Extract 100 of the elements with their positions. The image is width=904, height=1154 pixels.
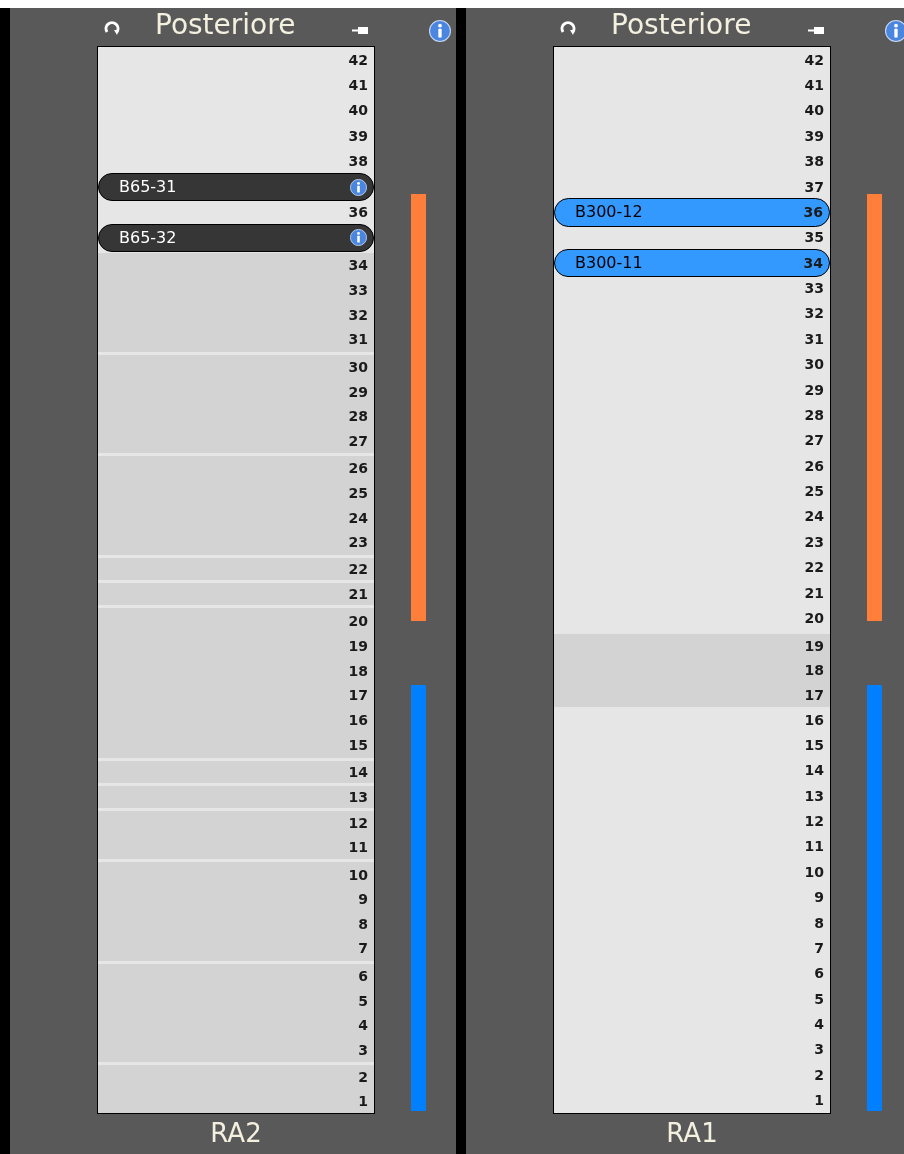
unit-number: 19	[804, 638, 824, 653]
unit-number: 8	[358, 916, 368, 931]
unit-number: 30	[804, 357, 824, 372]
unit-number: 9	[814, 890, 824, 905]
unit-number: 34	[348, 258, 368, 273]
rack-label: RA2	[210, 1117, 262, 1146]
unit-number: 30	[348, 359, 368, 374]
rack-device[interactable]: B300-12 36	[554, 198, 830, 227]
info-icon[interactable]	[350, 229, 367, 247]
unit-number: 5	[814, 991, 824, 1006]
unit-number: 39	[348, 128, 368, 143]
unit-number: 4	[814, 1017, 824, 1032]
info-icon[interactable]	[350, 178, 367, 196]
unit-number: 4	[358, 1018, 368, 1033]
device-name: B300-11	[575, 255, 643, 272]
unit-number: 15	[804, 737, 824, 752]
unit-number: 13	[348, 790, 368, 805]
unit-number: 7	[814, 940, 824, 955]
unit-number: 29	[348, 384, 368, 399]
unit-number: 20	[348, 613, 368, 628]
unit-number: 34	[803, 256, 823, 271]
unit-number: 16	[348, 713, 368, 728]
unit-number: 21	[348, 587, 368, 602]
unit-number: 12	[804, 814, 824, 829]
unit-number: 32	[804, 306, 824, 321]
unit-number: 10	[804, 864, 824, 879]
unit-number: 27	[804, 433, 824, 448]
unit-number: 32	[348, 307, 368, 322]
unit-number: 21	[804, 585, 824, 600]
unit-number: 20	[804, 611, 824, 625]
unit-number: 25	[348, 486, 368, 501]
unit-number: 28	[348, 409, 368, 424]
unit-number: 33	[348, 283, 368, 297]
unit-number: 36	[348, 204, 368, 219]
rack-device[interactable]: B300-11 34	[554, 249, 830, 278]
unit-number: 14	[348, 764, 368, 779]
unit-number: 36	[803, 205, 823, 220]
unit-number: 1	[814, 1093, 824, 1108]
rotate-icon[interactable]	[104, 20, 120, 36]
unit-number: 37	[804, 179, 824, 194]
unit-number: 22	[804, 560, 824, 575]
unit-number: 40	[804, 103, 824, 118]
unit-number: 7	[358, 941, 368, 956]
rack-label: RA1	[666, 1117, 718, 1146]
unit-number: 1	[358, 1094, 368, 1109]
unit-number: 38	[348, 154, 368, 169]
unit-number: 42	[804, 52, 824, 67]
device-name: B65-31	[119, 179, 177, 196]
unit-number: 12	[348, 816, 368, 831]
unit-number: 22	[348, 561, 368, 576]
unit-number: 41	[348, 78, 368, 93]
unit-number: 19	[348, 638, 368, 653]
unit-number: 5	[358, 993, 368, 1008]
unit-number: 18	[804, 663, 824, 678]
unit-number: 17	[804, 687, 824, 702]
unit-number: 16	[804, 712, 824, 727]
unit-number: 14	[804, 763, 824, 778]
unit-number: 11	[804, 839, 824, 854]
rack-device[interactable]: B65-31	[98, 172, 374, 202]
unit-number: 24	[804, 509, 824, 524]
unit-number: 13	[804, 788, 824, 803]
unit-number: 28	[804, 408, 824, 422]
info-icon[interactable]	[885, 20, 904, 42]
unit-number: 33	[804, 281, 824, 296]
unit-number: 25	[804, 484, 824, 499]
unit-number: 40	[348, 103, 368, 118]
unit-number: 6	[814, 966, 824, 981]
unit-number: 10	[348, 867, 368, 882]
rack-device[interactable]: B65-32	[98, 223, 374, 253]
info-icon[interactable]	[429, 20, 451, 42]
rack-title: Posteriore	[611, 11, 752, 39]
unit-number: 8	[814, 915, 824, 930]
unit-number: 23	[804, 534, 824, 549]
device-name: B300-12	[575, 204, 643, 221]
unit-number: 11	[348, 840, 368, 855]
unit-number: 41	[804, 78, 824, 93]
unit-number: 3	[358, 1042, 368, 1057]
unit-number: 17	[348, 688, 368, 703]
pin-icon[interactable]	[352, 26, 368, 35]
unit-number: 39	[804, 128, 824, 143]
unit-number: 15	[348, 738, 368, 753]
unit-number: 3	[814, 1042, 824, 1057]
unit-number: 23	[348, 535, 368, 550]
unit-number: 35	[804, 230, 824, 245]
unit-number: 26	[804, 458, 824, 473]
rotate-icon[interactable]	[560, 20, 576, 36]
unit-number: 24	[348, 510, 368, 525]
pin-icon[interactable]	[808, 26, 824, 35]
unit-number: 18	[348, 663, 368, 678]
unit-number: 6	[358, 969, 368, 983]
rack-title: Posteriore	[155, 11, 296, 39]
unit-number: 42	[348, 52, 368, 67]
unit-number: 2	[814, 1067, 824, 1082]
unit-number: 38	[804, 154, 824, 169]
unit-number: 31	[348, 332, 368, 347]
unit-number: 9	[358, 892, 368, 907]
unit-number: 26	[348, 461, 368, 476]
unit-number: 2	[358, 1070, 368, 1085]
unit-number: 31	[804, 331, 824, 346]
unit-number: 27	[348, 433, 368, 448]
